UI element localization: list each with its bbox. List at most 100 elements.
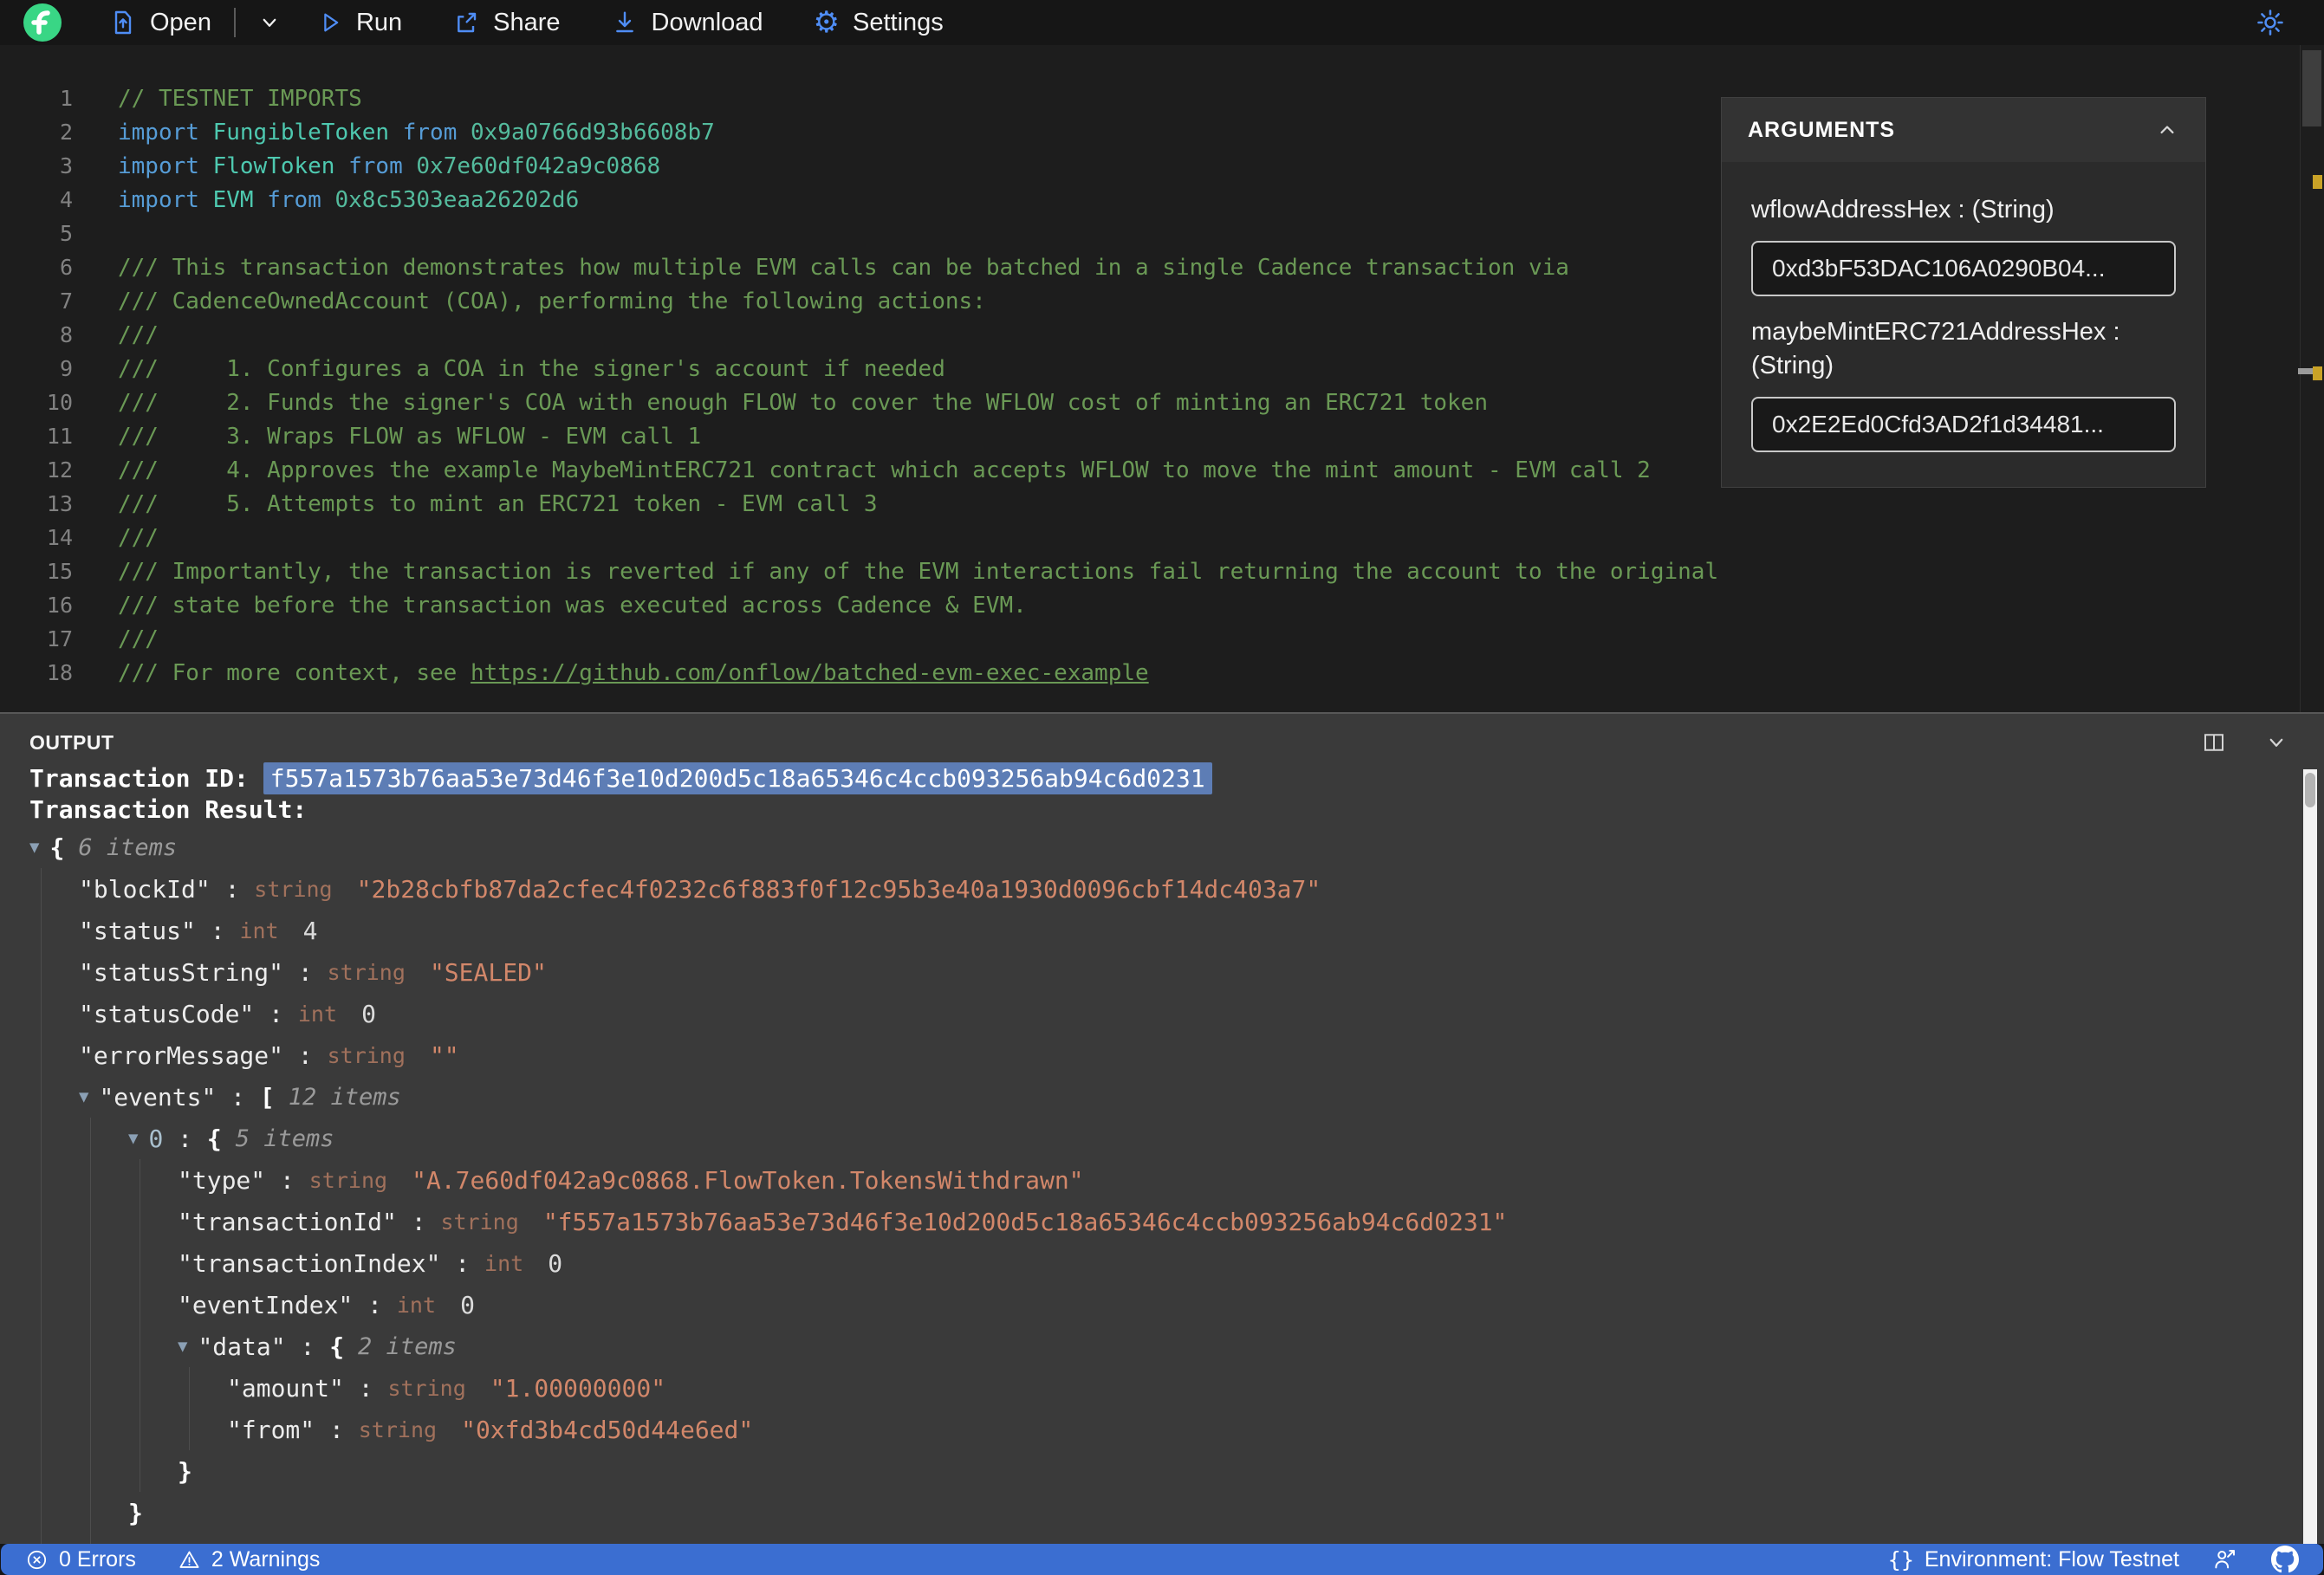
code-line: 16 /// state before the transaction was e… — [0, 588, 2324, 622]
feedback-person-icon[interactable] — [2212, 1546, 2238, 1572]
code-line: 17 /// — [0, 622, 2324, 656]
share-button[interactable]: Share — [452, 9, 561, 37]
editor-scrollbar-thumb[interactable] — [2302, 50, 2321, 126]
json-index: 0 — [148, 1124, 164, 1153]
environment-status[interactable]: {} Environment: Flow Testnet — [1888, 1547, 2179, 1572]
output-scrollbar-thumb[interactable] — [2305, 773, 2315, 807]
json-colon: : — [195, 916, 240, 945]
settings-label: Settings — [853, 8, 944, 36]
code-token: /// — [118, 625, 159, 652]
code-text: /// For more context, see https://github… — [73, 660, 1149, 686]
split-panel-icon[interactable] — [2201, 729, 2227, 755]
json-colon: : — [163, 1124, 207, 1153]
json-index: 1 — [148, 1540, 163, 1545]
code-line: 15 /// Importantly, the transaction is re… — [0, 554, 2324, 588]
json-items-count: 6 items — [78, 833, 178, 861]
run-button[interactable]: Run — [317, 9, 402, 37]
warnings-status[interactable]: 2 Warnings — [178, 1546, 321, 1572]
toolbar: Open Run Share Download ⚙ Settings — [0, 0, 2324, 45]
json-row: ▼1 : {5 items — [128, 1533, 2324, 1545]
collapse-arrow-icon[interactable]: ▼ — [128, 1129, 138, 1148]
json-value: 0 — [460, 1290, 475, 1319]
code-token: /// This transaction demonstrates how mu… — [118, 254, 1569, 281]
code-text: /// 3. Wraps FLOW as WFLOW - EVM call 1 — [73, 424, 701, 450]
json-row: "transactionId" : string "f557a1573b76aa… — [178, 1201, 2324, 1242]
code-token: EVM — [212, 186, 254, 213]
arguments-header[interactable]: ARGUMENTS — [1722, 98, 2205, 162]
collapse-arrow-icon[interactable]: ▼ — [29, 838, 39, 857]
json-key: "blockId" — [79, 874, 211, 904]
settings-button[interactable]: ⚙ Settings — [814, 8, 944, 37]
json-close-row: } — [178, 1450, 2324, 1492]
code-text: /// — [73, 322, 159, 348]
json-key: "transactionIndex" — [178, 1248, 441, 1278]
collapse-arrow-icon[interactable]: ▼ — [178, 1337, 187, 1356]
code-token: import — [118, 119, 213, 146]
code-token: /// 2. Funds the signer's COA with enoug… — [118, 389, 1488, 416]
overview-warning-mark — [2313, 366, 2322, 380]
open-button[interactable]: Open — [109, 9, 211, 37]
status-bar: 0 Errors 2 Warnings {} Environment: Flow… — [1, 1544, 2323, 1575]
output-scrollbar-track[interactable] — [2303, 769, 2317, 1544]
chevron-up-icon[interactable] — [2155, 118, 2179, 142]
download-button[interactable]: Download — [611, 9, 763, 37]
line-number: 9 — [59, 356, 73, 381]
errors-status[interactable]: 0 Errors — [25, 1547, 136, 1572]
json-row: ▼ "events" : [12 items — [79, 1076, 2324, 1118]
code-token: /// 5. Attempts to mint an ERC721 token … — [118, 490, 878, 517]
json-items-count: 5 items — [235, 1125, 334, 1152]
line-number: 11 — [46, 424, 73, 449]
json-row: "type" : string "A.7e60df042a9c0868.Flow… — [178, 1159, 2324, 1201]
code-text: /// 2. Funds the signer's COA with enoug… — [73, 390, 1488, 416]
json-key: "transactionId" — [178, 1207, 397, 1236]
code-text: import EVM from 0x8c5303eaa26202d6 — [73, 187, 579, 213]
code-token: from — [389, 119, 471, 146]
code-token: /// Importantly, the transaction is reve… — [118, 558, 1719, 585]
json-type-label: string — [327, 959, 419, 985]
code-text: /// CadenceOwnedAccount (COA), performin… — [73, 288, 986, 314]
code-text: import FungibleToken from 0x9a0766d93b66… — [73, 120, 715, 146]
argument-label-wflowAddressHex: wflowAddressHex : (String) — [1751, 196, 2055, 224]
json-open-brace: { — [207, 1540, 222, 1545]
arguments-panel: ARGUMENTS wflowAddressHex : (String) may… — [1721, 97, 2206, 489]
argument-input-maybeMintERC721AddressHex[interactable] — [1751, 397, 2176, 453]
json-key: "amount" — [227, 1373, 344, 1403]
line-number: 3 — [59, 153, 73, 178]
json-row: ▼ "data" : {2 items — [178, 1325, 2324, 1367]
warnings-label: 2 Warnings — [211, 1546, 321, 1572]
theme-toggle-sun-icon[interactable] — [2255, 7, 2286, 38]
json-type-label: string — [387, 1375, 479, 1401]
overview-gray-mark — [2298, 368, 2313, 374]
collapse-output-chevron-icon[interactable] — [2263, 729, 2289, 755]
transaction-result-tree: ▼ {6 items "blockId" : string "2b28cbfb87d… — [29, 826, 2324, 1544]
code-text: /// 5. Attempts to mint an ERC721 token … — [73, 491, 878, 517]
json-row: "status" : int 4 — [79, 910, 2324, 951]
json-row: "eventIndex" : int 0 — [178, 1284, 2324, 1325]
json-row: "errorMessage" : string "" — [79, 1034, 2324, 1076]
json-row: "statusCode" : int 0 — [79, 993, 2324, 1034]
warning-icon — [179, 1551, 199, 1568]
code-line: 14 /// — [0, 521, 2324, 554]
line-number: 4 — [59, 187, 73, 212]
code-text: import FlowToken from 0x7e60df042a9c0868 — [73, 153, 660, 179]
open-dropdown-button[interactable] — [256, 10, 282, 36]
json-key: "from" — [227, 1415, 315, 1444]
json-colon: : — [163, 1540, 207, 1545]
arguments-body: wflowAddressHex : (String) maybeMintERC7… — [1722, 162, 2205, 487]
json-key: "eventIndex" — [178, 1290, 354, 1319]
output-title: OUTPUT — [29, 730, 114, 754]
json-colon: : — [343, 1373, 388, 1403]
flow-logo[interactable] — [23, 3, 62, 42]
github-icon[interactable] — [2271, 1546, 2299, 1573]
line-number: 15 — [46, 559, 73, 584]
code-link[interactable]: https://github.com/onflow/batched-evm-ex… — [471, 660, 1149, 686]
code-line: 18/// For more context, see https://gith… — [0, 656, 2324, 690]
json-colon: : — [265, 1165, 309, 1195]
output-panel: OUTPUT Transaction ID: f557a1573b76aa53e… — [0, 714, 2324, 1544]
collapse-arrow-icon[interactable]: ▼ — [79, 1087, 88, 1106]
argument-input-wflowAddressHex[interactable] — [1751, 241, 2176, 297]
line-number: 1 — [59, 86, 73, 111]
json-children: "blockId" : string "2b28cbfb87da2cfec4f0… — [41, 868, 2324, 1544]
json-value: "1.00000000" — [490, 1373, 666, 1403]
json-colon: : — [216, 1082, 260, 1112]
